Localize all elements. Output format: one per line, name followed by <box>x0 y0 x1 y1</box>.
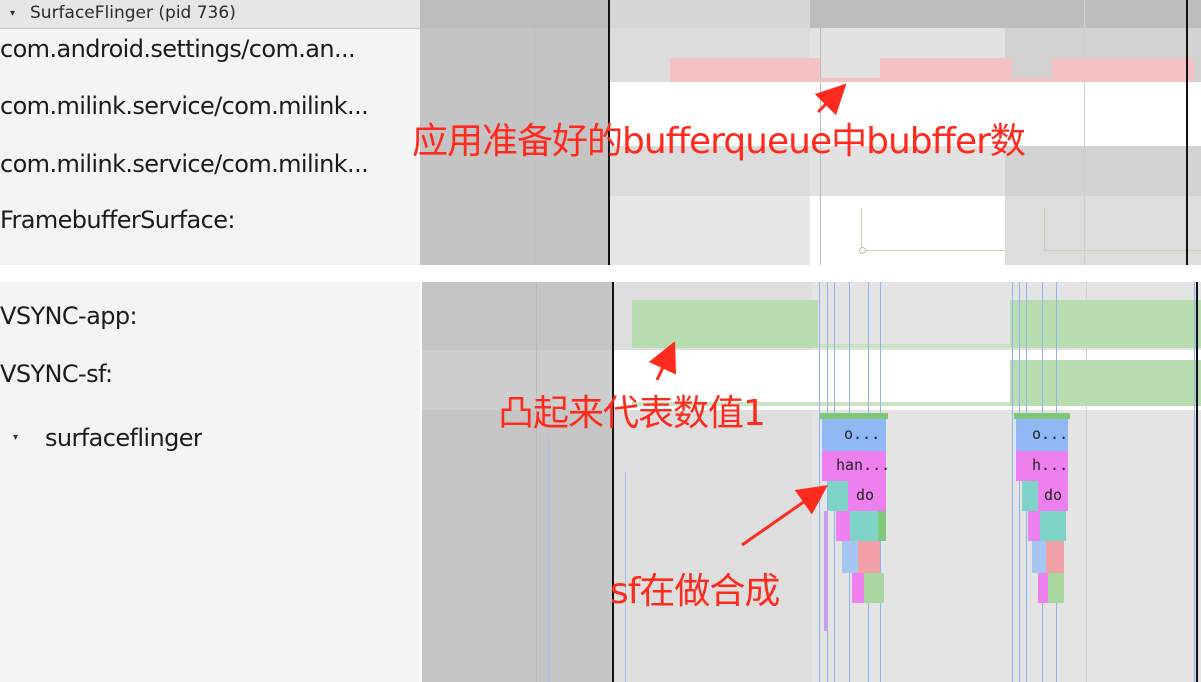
slice-small <box>1046 541 1064 573</box>
slice-small <box>1032 541 1046 573</box>
slice-small <box>1048 573 1064 603</box>
slice-small <box>836 511 850 541</box>
panel-separator <box>0 265 1201 282</box>
counter-dot <box>859 247 866 254</box>
buffer-count-bar[interactable] <box>1052 58 1194 82</box>
lane-gray <box>1005 196 1201 265</box>
counter-line <box>861 208 862 250</box>
counter-line <box>861 250 1005 251</box>
buffer-count-bar[interactable] <box>880 58 1012 82</box>
slice-label: do <box>1044 486 1063 504</box>
buffer-count-bar[interactable] <box>670 58 820 82</box>
header-strip <box>610 0 810 28</box>
slice-small <box>878 511 886 541</box>
slice-label: o... <box>1032 425 1069 443</box>
slice-teal <box>1022 481 1038 511</box>
track-label-milink-1[interactable]: com.milink.service/com.milink... <box>0 92 410 120</box>
vsync-app-pulse[interactable] <box>632 300 818 348</box>
counter-line <box>1044 208 1045 250</box>
slice-small <box>842 541 858 573</box>
slice-small <box>1040 511 1066 541</box>
track-label-vsync-sf[interactable]: VSYNC-sf: <box>0 360 112 388</box>
thread-line <box>1194 282 1195 682</box>
slice-handle[interactable]: h... <box>1016 451 1068 481</box>
slice-o[interactable]: o... <box>822 419 886 451</box>
slice-do[interactable]: do <box>1038 481 1068 511</box>
slice-small <box>850 511 878 541</box>
slice-do[interactable]: do <box>848 481 886 511</box>
track-label-settings[interactable]: com.android.settings/com.an... <box>0 35 410 63</box>
slice-label: h... <box>1032 456 1069 474</box>
vsync-marker <box>1196 282 1198 682</box>
track-label-vsync-app[interactable]: VSYNC-app: <box>0 302 137 330</box>
slice-handle[interactable]: han... <box>822 451 890 481</box>
slice-small <box>858 541 880 573</box>
slice-o[interactable]: o... <box>1016 419 1068 451</box>
vsync-marker <box>1186 0 1188 265</box>
expand-triangle-icon[interactable]: ▾ <box>13 432 18 443</box>
counter-line <box>1044 250 1201 251</box>
vsync-app-low <box>818 344 1010 348</box>
buffer-count-bar[interactable] <box>1012 78 1052 82</box>
shade-region <box>422 282 612 682</box>
bottom-timeline[interactable]: o... han... do o... h... do <box>422 282 1201 682</box>
buffer-count-bar[interactable] <box>820 78 880 82</box>
process-header[interactable]: ▾ SurfaceFlinger (pid 736) <box>0 0 420 29</box>
track-label-milink-2[interactable]: com.milink.service/com.milink... <box>0 150 410 178</box>
track-label-surfaceflinger[interactable]: surfaceflinger <box>45 424 202 452</box>
thread-line <box>1012 282 1013 682</box>
slice-small <box>824 511 828 631</box>
slice-label: o... <box>844 425 881 443</box>
thread-line <box>1019 282 1020 682</box>
slice-small <box>1028 511 1040 541</box>
bottom-panel: VSYNC-app: VSYNC-sf: ▾ surfaceflinger o.… <box>0 282 1201 682</box>
vsync-sf-pulse[interactable] <box>1010 360 1201 406</box>
lane-gray <box>610 196 810 265</box>
slice-small <box>1038 573 1048 603</box>
process-title: SurfaceFlinger (pid 736) <box>30 3 236 23</box>
annotation-sf-composing: sf在做合成 <box>610 571 780 612</box>
slice-small <box>852 573 864 603</box>
slice-teal <box>828 481 848 511</box>
track-label-framebuffer[interactable]: FramebufferSurface: <box>0 206 410 234</box>
annotation-raised-value: 凸起来代表数值1 <box>498 393 766 434</box>
collapse-triangle-icon[interactable]: ▾ <box>10 8 15 19</box>
vsync-marker <box>612 282 614 682</box>
slice-small <box>864 573 884 603</box>
bottom-labels-column <box>0 282 420 682</box>
annotation-buffer-count: 应用准备好的bufferqueue中bubffer数 <box>412 121 1026 162</box>
gridline <box>536 282 537 682</box>
thread-line <box>548 437 549 682</box>
slice-label: han... <box>836 456 891 474</box>
vsync-app-pulse[interactable] <box>1010 300 1201 348</box>
slice-label: do <box>856 486 875 504</box>
thread-line <box>819 282 820 682</box>
gridline <box>1084 0 1085 265</box>
